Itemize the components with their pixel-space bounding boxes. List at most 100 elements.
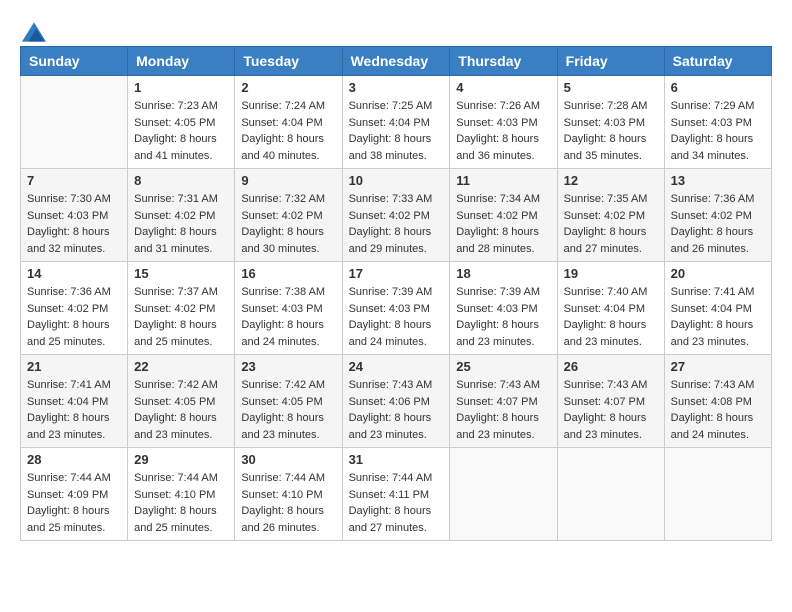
calendar-cell: 11 Sunrise: 7:34 AMSunset: 4:02 PMDayligh…: [450, 169, 557, 262]
day-info: Sunrise: 7:44 AMSunset: 4:11 PMDaylight:…: [349, 470, 444, 536]
header-tuesday: Tuesday: [235, 47, 342, 76]
day-info: Sunrise: 7:44 AMSunset: 4:10 PMDaylight:…: [241, 470, 335, 536]
day-number: 1: [134, 80, 228, 95]
calendar-cell: [664, 448, 771, 541]
day-number: 4: [456, 80, 550, 95]
day-number: 29: [134, 452, 228, 467]
calendar-cell: 19Sunrise: 7:40 AMSunset: 4:04 PMDayligh…: [557, 262, 664, 355]
calendar-cell: 14Sunrise: 7:36 AMSunset: 4:02 PMDayligh…: [21, 262, 128, 355]
day-info: Sunrise: 7:34 AMSunset: 4:02 PMDaylight:…: [456, 191, 550, 257]
day-number: 12: [564, 173, 658, 188]
calendar-cell: 2 Sunrise: 7:24 AMSunset: 4:04 PMDaylight…: [235, 76, 342, 169]
calendar-header-row: SundayMondayTuesdayWednesdayThursdayFrid…: [21, 47, 772, 76]
day-number: 14: [27, 266, 121, 281]
day-number: 6: [671, 80, 765, 95]
day-number: 30: [241, 452, 335, 467]
day-number: 28: [27, 452, 121, 467]
day-number: 24: [349, 359, 444, 374]
day-number: 31: [349, 452, 444, 467]
day-info: Sunrise: 7:39 AMSunset: 4:03 PMDaylight:…: [456, 284, 550, 350]
calendar-cell: 26 Sunrise: 7:43 AMSunset: 4:07 PMDayligh…: [557, 355, 664, 448]
calendar-cell: 27 Sunrise: 7:43 AMSunset: 4:08 PMDayligh…: [664, 355, 771, 448]
day-number: 10: [349, 173, 444, 188]
calendar-cell: 31 Sunrise: 7:44 AMSunset: 4:11 PMDayligh…: [342, 448, 450, 541]
calendar-cell: 23 Sunrise: 7:42 AMSunset: 4:05 PMDayligh…: [235, 355, 342, 448]
logo: [20, 20, 46, 36]
day-number: 5: [564, 80, 658, 95]
calendar-cell: 10 Sunrise: 7:33 AMSunset: 4:02 PMDayligh…: [342, 169, 450, 262]
day-info: Sunrise: 7:28 AMSunset: 4:03 PMDaylight:…: [564, 98, 658, 164]
day-info: Sunrise: 7:42 AMSunset: 4:05 PMDaylight:…: [241, 377, 335, 443]
calendar-cell: [21, 76, 128, 169]
header-wednesday: Wednesday: [342, 47, 450, 76]
day-number: 3: [349, 80, 444, 95]
day-info: Sunrise: 7:36 AMSunset: 4:02 PMDaylight:…: [671, 191, 765, 257]
calendar-cell: 5 Sunrise: 7:28 AMSunset: 4:03 PMDaylight…: [557, 76, 664, 169]
calendar-cell: 9 Sunrise: 7:32 AMSunset: 4:02 PMDaylight…: [235, 169, 342, 262]
week-row-2: 7 Sunrise: 7:30 AMSunset: 4:03 PMDaylight…: [21, 169, 772, 262]
calendar-cell: 28Sunrise: 7:44 AMSunset: 4:09 PMDayligh…: [21, 448, 128, 541]
calendar-cell: 12 Sunrise: 7:35 AMSunset: 4:02 PMDayligh…: [557, 169, 664, 262]
day-info: Sunrise: 7:43 AMSunset: 4:07 PMDaylight:…: [456, 377, 550, 443]
day-number: 8: [134, 173, 228, 188]
day-info: Sunrise: 7:30 AMSunset: 4:03 PMDaylight:…: [27, 191, 121, 257]
calendar-cell: 4 Sunrise: 7:26 AMSunset: 4:03 PMDaylight…: [450, 76, 557, 169]
week-row-1: 1 Sunrise: 7:23 AMSunset: 4:05 PMDaylight…: [21, 76, 772, 169]
header-monday: Monday: [128, 47, 235, 76]
calendar-cell: 6Sunrise: 7:29 AMSunset: 4:03 PMDaylight…: [664, 76, 771, 169]
day-number: 21: [27, 359, 121, 374]
calendar-cell: 3 Sunrise: 7:25 AMSunset: 4:04 PMDaylight…: [342, 76, 450, 169]
calendar-cell: 30 Sunrise: 7:44 AMSunset: 4:10 PMDayligh…: [235, 448, 342, 541]
day-info: Sunrise: 7:43 AMSunset: 4:07 PMDaylight:…: [564, 377, 658, 443]
week-row-4: 21Sunrise: 7:41 AMSunset: 4:04 PMDayligh…: [21, 355, 772, 448]
header-thursday: Thursday: [450, 47, 557, 76]
calendar-cell: [450, 448, 557, 541]
header-saturday: Saturday: [664, 47, 771, 76]
calendar-cell: 17 Sunrise: 7:39 AMSunset: 4:03 PMDayligh…: [342, 262, 450, 355]
day-number: 27: [671, 359, 765, 374]
page-header: [20, 20, 772, 36]
day-info: Sunrise: 7:35 AMSunset: 4:02 PMDaylight:…: [564, 191, 658, 257]
day-info: Sunrise: 7:39 AMSunset: 4:03 PMDaylight:…: [349, 284, 444, 350]
header-friday: Friday: [557, 47, 664, 76]
day-number: 23: [241, 359, 335, 374]
day-number: 7: [27, 173, 121, 188]
day-number: 11: [456, 173, 550, 188]
week-row-5: 28Sunrise: 7:44 AMSunset: 4:09 PMDayligh…: [21, 448, 772, 541]
day-info: Sunrise: 7:42 AMSunset: 4:05 PMDaylight:…: [134, 377, 228, 443]
day-number: 15: [134, 266, 228, 281]
day-info: Sunrise: 7:32 AMSunset: 4:02 PMDaylight:…: [241, 191, 335, 257]
calendar-cell: 15 Sunrise: 7:37 AMSunset: 4:02 PMDayligh…: [128, 262, 235, 355]
calendar-cell: 20Sunrise: 7:41 AMSunset: 4:04 PMDayligh…: [664, 262, 771, 355]
day-info: Sunrise: 7:33 AMSunset: 4:02 PMDaylight:…: [349, 191, 444, 257]
day-number: 22: [134, 359, 228, 374]
calendar-cell: 16 Sunrise: 7:38 AMSunset: 4:03 PMDayligh…: [235, 262, 342, 355]
day-info: Sunrise: 7:43 AMSunset: 4:08 PMDaylight:…: [671, 377, 765, 443]
day-number: 2: [241, 80, 335, 95]
logo-icon: [22, 20, 46, 44]
calendar-cell: 18Sunrise: 7:39 AMSunset: 4:03 PMDayligh…: [450, 262, 557, 355]
day-number: 26: [564, 359, 658, 374]
day-number: 20: [671, 266, 765, 281]
day-info: Sunrise: 7:44 AMSunset: 4:10 PMDaylight:…: [134, 470, 228, 536]
calendar-cell: 24 Sunrise: 7:43 AMSunset: 4:06 PMDayligh…: [342, 355, 450, 448]
day-info: Sunrise: 7:37 AMSunset: 4:02 PMDaylight:…: [134, 284, 228, 350]
calendar-cell: 21Sunrise: 7:41 AMSunset: 4:04 PMDayligh…: [21, 355, 128, 448]
calendar-cell: 1 Sunrise: 7:23 AMSunset: 4:05 PMDaylight…: [128, 76, 235, 169]
day-info: Sunrise: 7:38 AMSunset: 4:03 PMDaylight:…: [241, 284, 335, 350]
day-number: 13: [671, 173, 765, 188]
day-number: 25: [456, 359, 550, 374]
calendar-cell: 29 Sunrise: 7:44 AMSunset: 4:10 PMDayligh…: [128, 448, 235, 541]
day-info: Sunrise: 7:26 AMSunset: 4:03 PMDaylight:…: [456, 98, 550, 164]
calendar-cell: [557, 448, 664, 541]
day-number: 16: [241, 266, 335, 281]
calendar-cell: 7 Sunrise: 7:30 AMSunset: 4:03 PMDaylight…: [21, 169, 128, 262]
day-info: Sunrise: 7:31 AMSunset: 4:02 PMDaylight:…: [134, 191, 228, 257]
day-number: 19: [564, 266, 658, 281]
day-info: Sunrise: 7:43 AMSunset: 4:06 PMDaylight:…: [349, 377, 444, 443]
day-number: 9: [241, 173, 335, 188]
day-info: Sunrise: 7:23 AMSunset: 4:05 PMDaylight:…: [134, 98, 228, 164]
day-info: Sunrise: 7:24 AMSunset: 4:04 PMDaylight:…: [241, 98, 335, 164]
day-number: 17: [349, 266, 444, 281]
day-info: Sunrise: 7:25 AMSunset: 4:04 PMDaylight:…: [349, 98, 444, 164]
